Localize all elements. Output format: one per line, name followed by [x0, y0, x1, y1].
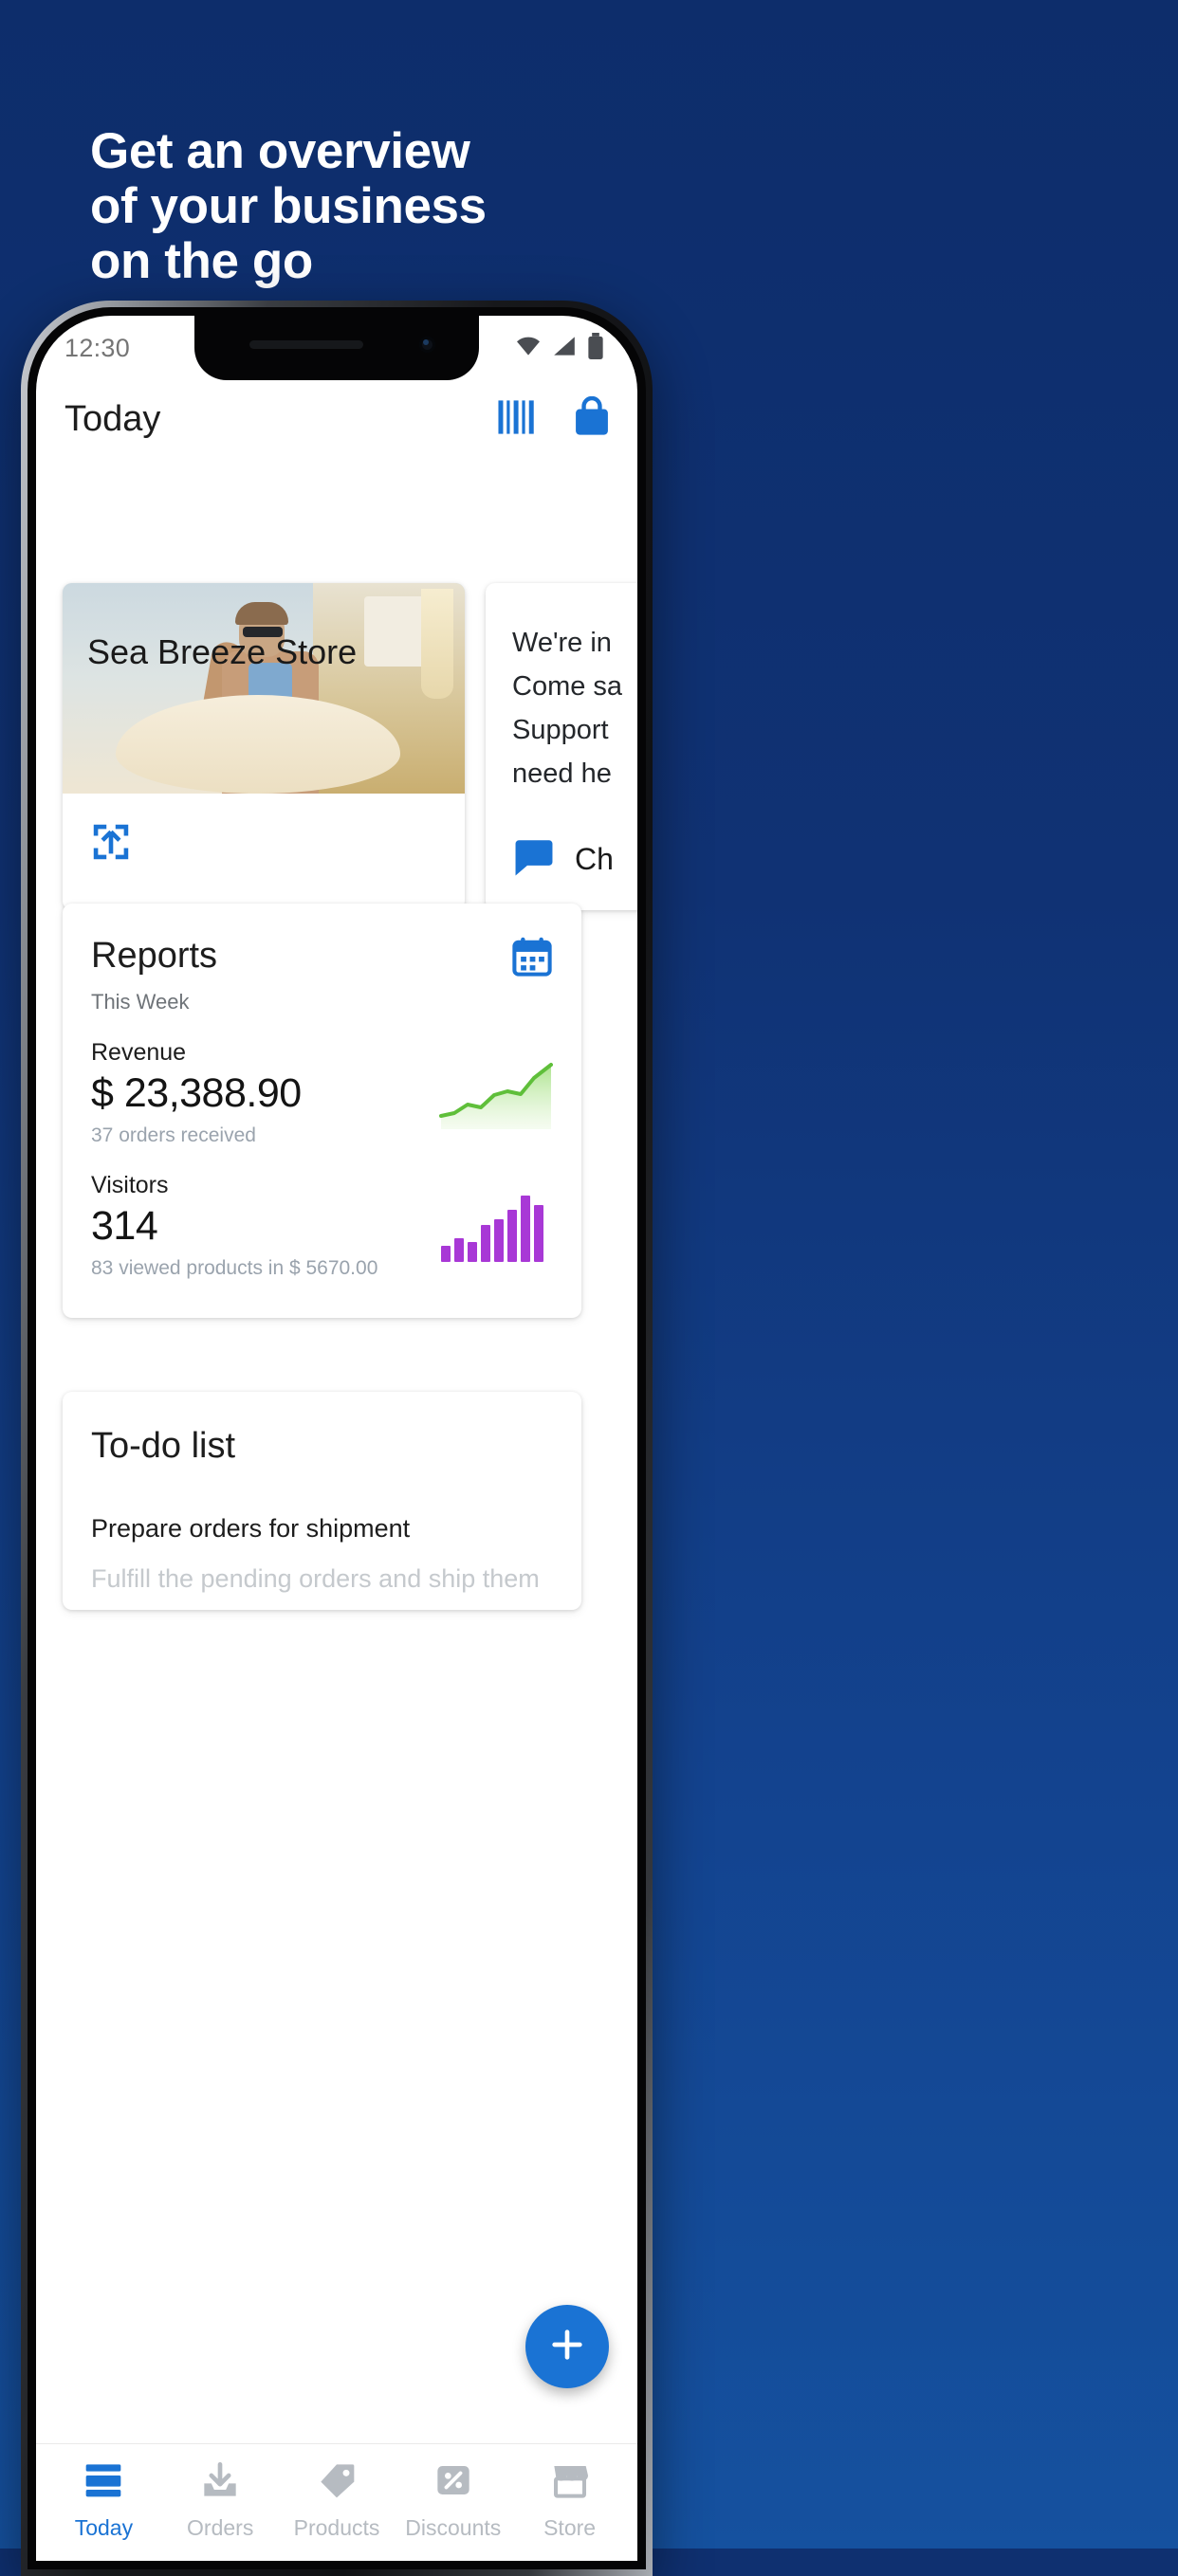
store-name: Sea Breeze Store — [87, 632, 358, 671]
promo-headline: Get an overview of your business on the … — [90, 124, 678, 289]
page-title: Today — [64, 398, 161, 439]
phone-bezel: 12:30 Today Sea Breeze Store We're in Co… — [28, 307, 646, 2569]
headline-line-3: on the go — [90, 233, 313, 289]
todo-item[interactable]: Prepare orders for shipment — [91, 1514, 553, 1544]
store-card[interactable]: Sea Breeze Store — [63, 583, 465, 910]
today-scroll-content[interactable]: Sea Breeze Store We're in Come sa Suppor… — [36, 458, 637, 2561]
shopping-bag-icon[interactable] — [571, 395, 613, 443]
nav-item-store[interactable]: Store — [511, 2461, 628, 2541]
wifi-icon — [514, 335, 543, 362]
chat-line-2: Come sa — [512, 671, 623, 702]
revenue-sparkline-chart — [439, 1061, 553, 1134]
inbox-download-icon — [199, 2461, 241, 2504]
chat-card-footer[interactable]: Ch — [486, 809, 637, 910]
reports-card[interactable]: Reports This Week Revenue $ 23,388.90 37… — [63, 904, 581, 1318]
barcode-scanner-icon[interactable] — [497, 398, 539, 441]
todo-title: To-do list — [91, 1426, 236, 1466]
nav-label-today: Today — [74, 2515, 134, 2540]
nav-item-discounts[interactable]: Discounts — [395, 2461, 511, 2541]
reports-title: Reports — [91, 936, 218, 976]
percent-tag-icon — [433, 2461, 474, 2504]
store-card-footer[interactable] — [63, 794, 465, 895]
visitors-bar-chart — [439, 1194, 553, 1267]
nav-label-orders: Orders — [187, 2515, 254, 2540]
nav-item-products[interactable]: Products — [279, 2461, 396, 2541]
hero-curtain — [421, 589, 453, 699]
chat-bubble-icon[interactable] — [512, 838, 556, 881]
reports-header: Reports This Week — [91, 936, 553, 1014]
chat-line-3: Support — [512, 715, 609, 745]
headline-line-1: Get an overview — [90, 123, 470, 179]
nav-label-store: Store — [543, 2515, 597, 2540]
share-external-icon[interactable] — [89, 820, 133, 868]
phone-mockup: 12:30 Today Sea Breeze Store We're in Co… — [21, 301, 653, 2576]
today-list-icon — [83, 2461, 124, 2504]
nav-label-products: Products — [293, 2515, 380, 2540]
add-button[interactable] — [525, 2305, 609, 2388]
cell-signal-icon — [551, 335, 578, 362]
chat-action-label: Ch — [575, 842, 614, 876]
todo-card[interactable]: To-do list Prepare orders for shipment F… — [63, 1392, 581, 1610]
chat-card-body: We're in Come sa Support need he — [486, 583, 637, 795]
cards-carousel[interactable]: Sea Breeze Store We're in Come sa Suppor… — [63, 583, 637, 910]
status-bar: 12:30 — [36, 316, 637, 380]
price-tag-icon — [316, 2461, 358, 2504]
status-clock: 12:30 — [64, 333, 131, 362]
hero-person-hair — [235, 602, 288, 625]
store-hero-image: Sea Breeze Store — [63, 583, 465, 794]
bottom-navigation[interactable]: Today Orders Products Discounts Store — [36, 2443, 637, 2561]
app-bar: Today — [36, 380, 637, 458]
chat-card[interactable]: We're in Come sa Support need he Ch — [486, 583, 637, 910]
todo-item[interactable]: Fulfill the pending orders and ship them — [91, 1564, 553, 1594]
status-icons — [514, 332, 605, 364]
chat-line-4: need he — [512, 758, 612, 789]
phone-screen: 12:30 Today Sea Breeze Store We're in Co… — [36, 316, 637, 2561]
metric-visitors[interactable]: Visitors 314 83 viewed products in $ 567… — [91, 1172, 553, 1280]
chat-line-1: We're in — [512, 628, 612, 658]
plus-icon — [548, 2326, 586, 2368]
battery-icon — [586, 332, 605, 364]
headline-line-2: of your business — [90, 178, 487, 234]
nav-item-orders[interactable]: Orders — [162, 2461, 279, 2541]
calendar-icon[interactable] — [511, 936, 553, 982]
storefront-icon — [549, 2461, 591, 2504]
reports-period: This Week — [91, 990, 190, 1014]
metric-revenue[interactable]: Revenue $ 23,388.90 37 orders received — [91, 1039, 553, 1147]
nav-item-today[interactable]: Today — [46, 2461, 162, 2541]
nav-label-discounts: Discounts — [405, 2515, 502, 2540]
app-bar-actions — [497, 395, 613, 443]
